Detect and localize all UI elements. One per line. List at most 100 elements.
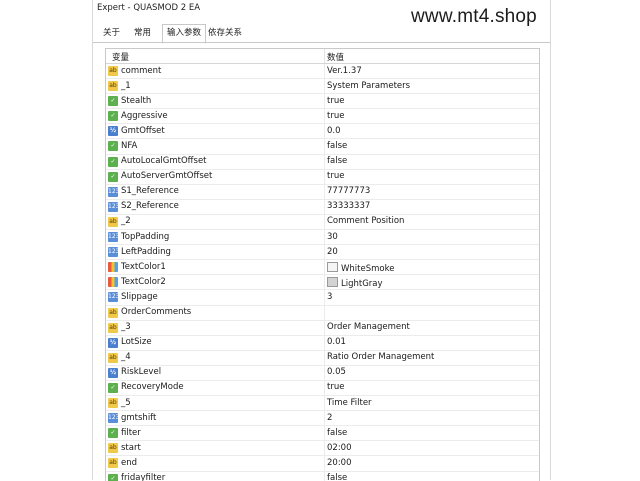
parameter-value[interactable]: 33333337 — [327, 201, 370, 211]
string-icon: ab — [108, 443, 118, 454]
table-row[interactable]: ✓ Stealth true — [106, 94, 539, 110]
parameter-name: LotSize — [121, 337, 152, 348]
table-row[interactable]: 123LeftPadding 20 — [106, 245, 539, 261]
parameter-value[interactable]: 0.01 — [327, 337, 346, 347]
string-icon: ab — [108, 66, 118, 76]
table-row[interactable]: TextColor2 LightGray — [106, 275, 539, 291]
double-icon: ½ — [108, 337, 118, 348]
table-row[interactable]: ✓ AutoLocalGmtOffset false — [106, 154, 539, 170]
double-icon: ½ — [108, 126, 118, 137]
parameter-value[interactable]: Order Management — [327, 322, 410, 332]
table-row[interactable]: ab start 02:00 — [106, 441, 539, 457]
table-row[interactable]: 123S1_Reference 77777773 — [106, 184, 539, 200]
parameter-name: _2 — [121, 216, 131, 227]
cell-divider — [324, 305, 325, 320]
table-row[interactable]: ab _5 Time Filter — [106, 396, 539, 412]
table-row[interactable]: ab _4 Ratio Order Management — [106, 350, 539, 366]
parameter-value[interactable]: true — [327, 171, 344, 181]
parameter-value[interactable]: Ratio Order Management — [327, 352, 434, 362]
parameter-value[interactable]: 0.0 — [327, 126, 341, 136]
parameter-value[interactable]: false — [327, 141, 347, 151]
cell-divider — [324, 94, 325, 109]
tab-about[interactable]: 关于 — [99, 26, 124, 41]
parameter-name: end — [121, 457, 138, 468]
tab-dependencies[interactable]: 依存关系 — [204, 26, 246, 41]
tab-common[interactable]: 常用 — [130, 26, 155, 41]
parameter-name: LeftPadding — [121, 246, 171, 257]
parameter-name: TextColor1 — [121, 261, 166, 272]
parameter-value[interactable]: Comment Position — [327, 216, 404, 226]
parameter-name: AutoServerGmtOffset — [121, 171, 213, 182]
parameter-value[interactable]: 02:00 — [327, 443, 352, 453]
parameter-value[interactable]: true — [327, 111, 344, 121]
column-divider[interactable] — [324, 49, 325, 63]
parameter-value[interactable]: 2 — [327, 413, 332, 423]
table-row[interactable]: ✓ filter false — [106, 426, 539, 442]
table-row[interactable]: ab _1 System Parameters — [106, 79, 539, 95]
cell-divider — [324, 260, 325, 275]
cell-divider — [324, 109, 325, 124]
cell-divider — [324, 230, 325, 245]
column-header-variable[interactable]: 变量 — [112, 51, 129, 63]
parameter-value[interactable]: true — [327, 382, 344, 392]
table-row[interactable]: ✓ NFA false — [106, 139, 539, 155]
cell-divider — [324, 124, 325, 139]
parameter-value[interactable]: 0.05 — [327, 367, 346, 377]
color-icon — [108, 262, 118, 273]
table-row[interactable]: ab OrderComments — [106, 305, 539, 321]
parameter-value[interactable]: 3 — [327, 292, 332, 302]
color-icon — [108, 277, 118, 288]
cell-divider — [324, 441, 325, 456]
table-row[interactable]: ab comment Ver.1.37 — [106, 64, 539, 80]
parameter-name: gmtshift — [121, 412, 157, 423]
table-header: 变量 数值 — [106, 49, 539, 64]
parameter-name: NFA — [121, 140, 138, 151]
cell-divider — [324, 365, 325, 380]
string-icon: ab — [108, 307, 118, 318]
cell-divider — [324, 64, 325, 79]
table-row[interactable]: ✓ Aggressive true — [106, 109, 539, 125]
parameter-value[interactable]: 20:00 — [327, 458, 352, 468]
column-header-value[interactable]: 数值 — [327, 51, 344, 63]
table-row[interactable]: ½ RiskLevel 0.05 — [106, 365, 539, 381]
parameter-name: RecoveryMode — [121, 382, 184, 393]
parameter-value[interactable]: LightGray — [327, 276, 383, 289]
cell-divider — [324, 456, 325, 471]
cell-divider — [324, 350, 325, 365]
cell-divider — [324, 214, 325, 230]
parameter-value[interactable]: false — [327, 156, 347, 166]
table-row[interactable]: TextColor1 WhiteSmoke — [106, 260, 539, 276]
table-row[interactable]: ½ LotSize 0.01 — [106, 335, 539, 351]
table-row[interactable]: ab end 20:00 — [106, 456, 539, 472]
parameter-value[interactable]: 20 — [327, 247, 338, 257]
table-row[interactable]: ab _3 Order Management — [106, 320, 539, 336]
parameter-value[interactable]: Ver.1.37 — [327, 66, 362, 76]
table-row[interactable]: 123S2_Reference 33333337 — [106, 199, 539, 215]
cell-divider — [324, 396, 325, 411]
color-swatch — [327, 276, 338, 287]
bool-icon: ✓ — [108, 428, 118, 439]
parameter-name: filter — [121, 427, 141, 438]
table-row[interactable]: 123Slippage 3 — [106, 290, 539, 306]
table-row[interactable]: ab _2 Comment Position — [106, 214, 539, 231]
table-row[interactable]: 123gmtshift 2 — [106, 411, 539, 427]
parameter-value[interactable]: Time Filter — [327, 398, 372, 408]
tab-divider — [93, 42, 550, 43]
parameter-value[interactable]: 30 — [327, 232, 338, 242]
cell-divider — [324, 411, 325, 426]
parameter-value[interactable]: false — [327, 428, 347, 438]
parameter-value[interactable]: WhiteSmoke — [327, 261, 394, 274]
bool-icon: ✓ — [108, 111, 118, 122]
cell-divider — [324, 79, 325, 94]
parameter-name: GmtOffset — [121, 125, 165, 136]
parameter-value[interactable]: System Parameters — [327, 81, 410, 91]
table-row[interactable]: ½ GmtOffset 0.0 — [106, 124, 539, 140]
table-row[interactable]: ✓ AutoServerGmtOffset true — [106, 169, 539, 185]
cell-divider — [324, 335, 325, 350]
table-row[interactable]: 123TopPadding 30 — [106, 230, 539, 246]
table-row[interactable]: ✓ RecoveryMode true — [106, 380, 539, 397]
parameter-value[interactable]: true — [327, 96, 344, 106]
tab-inputs[interactable]: 输入参数 — [162, 24, 207, 44]
parameter-value[interactable]: 77777773 — [327, 186, 370, 196]
parameter-value-text: LightGray — [341, 278, 383, 289]
